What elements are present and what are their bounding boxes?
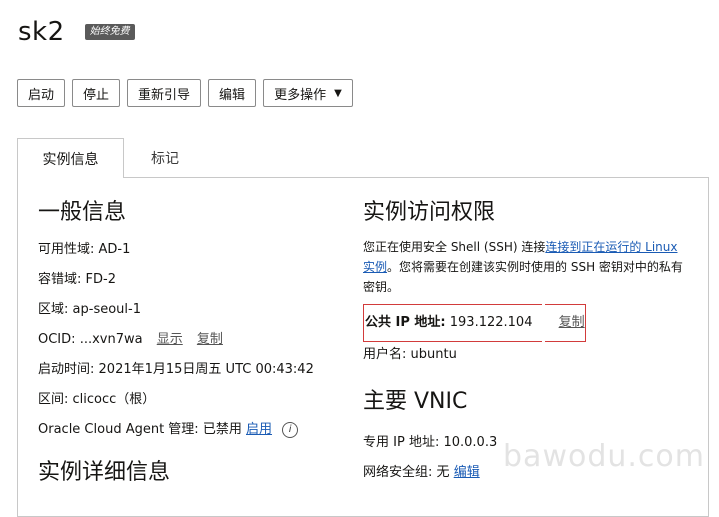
instance-details-title: 实例详细信息 — [38, 460, 171, 485]
ssh-desc-part1: 您正在使用安全 Shell (SSH) 连接 — [363, 240, 546, 254]
fault-domain-value: FD-2 — [85, 272, 116, 287]
always-free-badge: 始终免费 — [84, 24, 135, 40]
agent-status: 已禁用 — [202, 422, 242, 437]
region-value: ap-seoul-1 — [72, 302, 141, 317]
agent-enable-link[interactable]: 启用 — [246, 422, 272, 437]
region-row: 区域: ap-seoul-1 — [38, 295, 338, 325]
instance-access-section: 实例访问权限 您正在使用安全 Shell (SSH) 连接连接到正在运行的 Li… — [363, 197, 693, 297]
username-value: ubuntu — [410, 347, 457, 362]
ocid-label: OCID: — [38, 332, 76, 347]
watermark: bawodu.com — [503, 439, 705, 474]
public-ip-value: 193.122.104 — [449, 315, 533, 330]
public-ip-copy-link[interactable]: 复制 — [559, 315, 585, 330]
stop-button[interactable]: 停止 — [72, 79, 121, 107]
primary-vnic-title: 主要 VNIC — [363, 389, 468, 414]
edit-button[interactable]: 编辑 — [208, 79, 257, 107]
region-label: 区域: — [38, 302, 69, 317]
launch-time-label: 启动时间: — [38, 362, 95, 377]
compartment-label: 区间: — [38, 392, 69, 407]
public-ip-label: 公共 IP 地址: — [365, 315, 446, 330]
general-info-title: 一般信息 — [38, 200, 127, 225]
caret-down-icon: ▼ — [334, 87, 342, 99]
more-actions-button[interactable]: 更多操作 ▼ — [263, 79, 353, 107]
page-title: sk2 — [18, 17, 65, 47]
action-toolbar: 启动 停止 重新引导 编辑 更多操作 ▼ — [17, 79, 353, 107]
username-row: 用户名: ubuntu — [363, 340, 693, 370]
info-icon[interactable]: i — [282, 421, 299, 438]
username-label: 用户名: — [363, 347, 407, 362]
reboot-button[interactable]: 重新引导 — [127, 79, 202, 107]
nsg-label: 网络安全组: — [363, 465, 433, 480]
page-header: sk2 始终免费 — [18, 14, 135, 50]
launch-time-row: 启动时间: 2021年1月15日周五 UTC 00:43:42 — [38, 355, 338, 385]
ocid-show-link[interactable]: 显示 — [157, 332, 183, 347]
fault-domain-label: 容错域: — [38, 272, 82, 287]
tab-instance-info[interactable]: 实例信息 — [17, 138, 124, 178]
private-ip-value: 10.0.0.3 — [443, 435, 498, 450]
availability-domain-row: 可用性域: AD-1 — [38, 235, 338, 265]
agent-label: Oracle Cloud Agent 管理: — [38, 422, 199, 437]
nsg-value: 无 — [436, 465, 450, 480]
ssh-description: 您正在使用安全 Shell (SSH) 连接连接到正在运行的 Linux 实例。… — [363, 237, 693, 297]
availability-domain-value: AD-1 — [98, 242, 131, 257]
ocid-row: OCID: ...xvn7wa 显示 复制 — [38, 325, 338, 355]
public-ip-row: 公共 IP 地址: 193.122.104 复制 — [365, 304, 585, 342]
ocid-value: ...xvn7wa — [79, 332, 143, 347]
instance-access-title: 实例访问权限 — [363, 200, 496, 225]
nsg-edit-link[interactable]: 编辑 — [454, 465, 480, 480]
more-actions-label: 更多操作 — [274, 87, 327, 103]
username-block: 用户名: ubuntu — [363, 340, 693, 370]
private-ip-label: 专用 IP 地址: — [363, 435, 440, 450]
tab-tags[interactable]: 标记 — [135, 138, 195, 178]
availability-domain-label: 可用性域: — [38, 242, 95, 257]
launch-time-value: 2021年1月15日周五 UTC 00:43:42 — [98, 362, 314, 377]
compartment-row: 区间: clicocc（根） — [38, 385, 338, 415]
start-button[interactable]: 启动 — [17, 79, 66, 107]
tab-bar: 实例信息 标记 — [17, 138, 719, 178]
fault-domain-row: 容错域: FD-2 — [38, 265, 338, 295]
compartment-value: clicocc（根） — [72, 392, 156, 407]
ocid-copy-link[interactable]: 复制 — [197, 332, 223, 347]
general-info-section: 一般信息 可用性域: AD-1 容错域: FD-2 区域: ap-seoul-1… — [38, 197, 338, 489]
agent-row: Oracle Cloud Agent 管理: 已禁用 启用 i — [38, 415, 338, 445]
ssh-desc-part2: 。您将需要在创建该实例时使用的 SSH 密钥对中的私有密钥。 — [363, 260, 683, 294]
